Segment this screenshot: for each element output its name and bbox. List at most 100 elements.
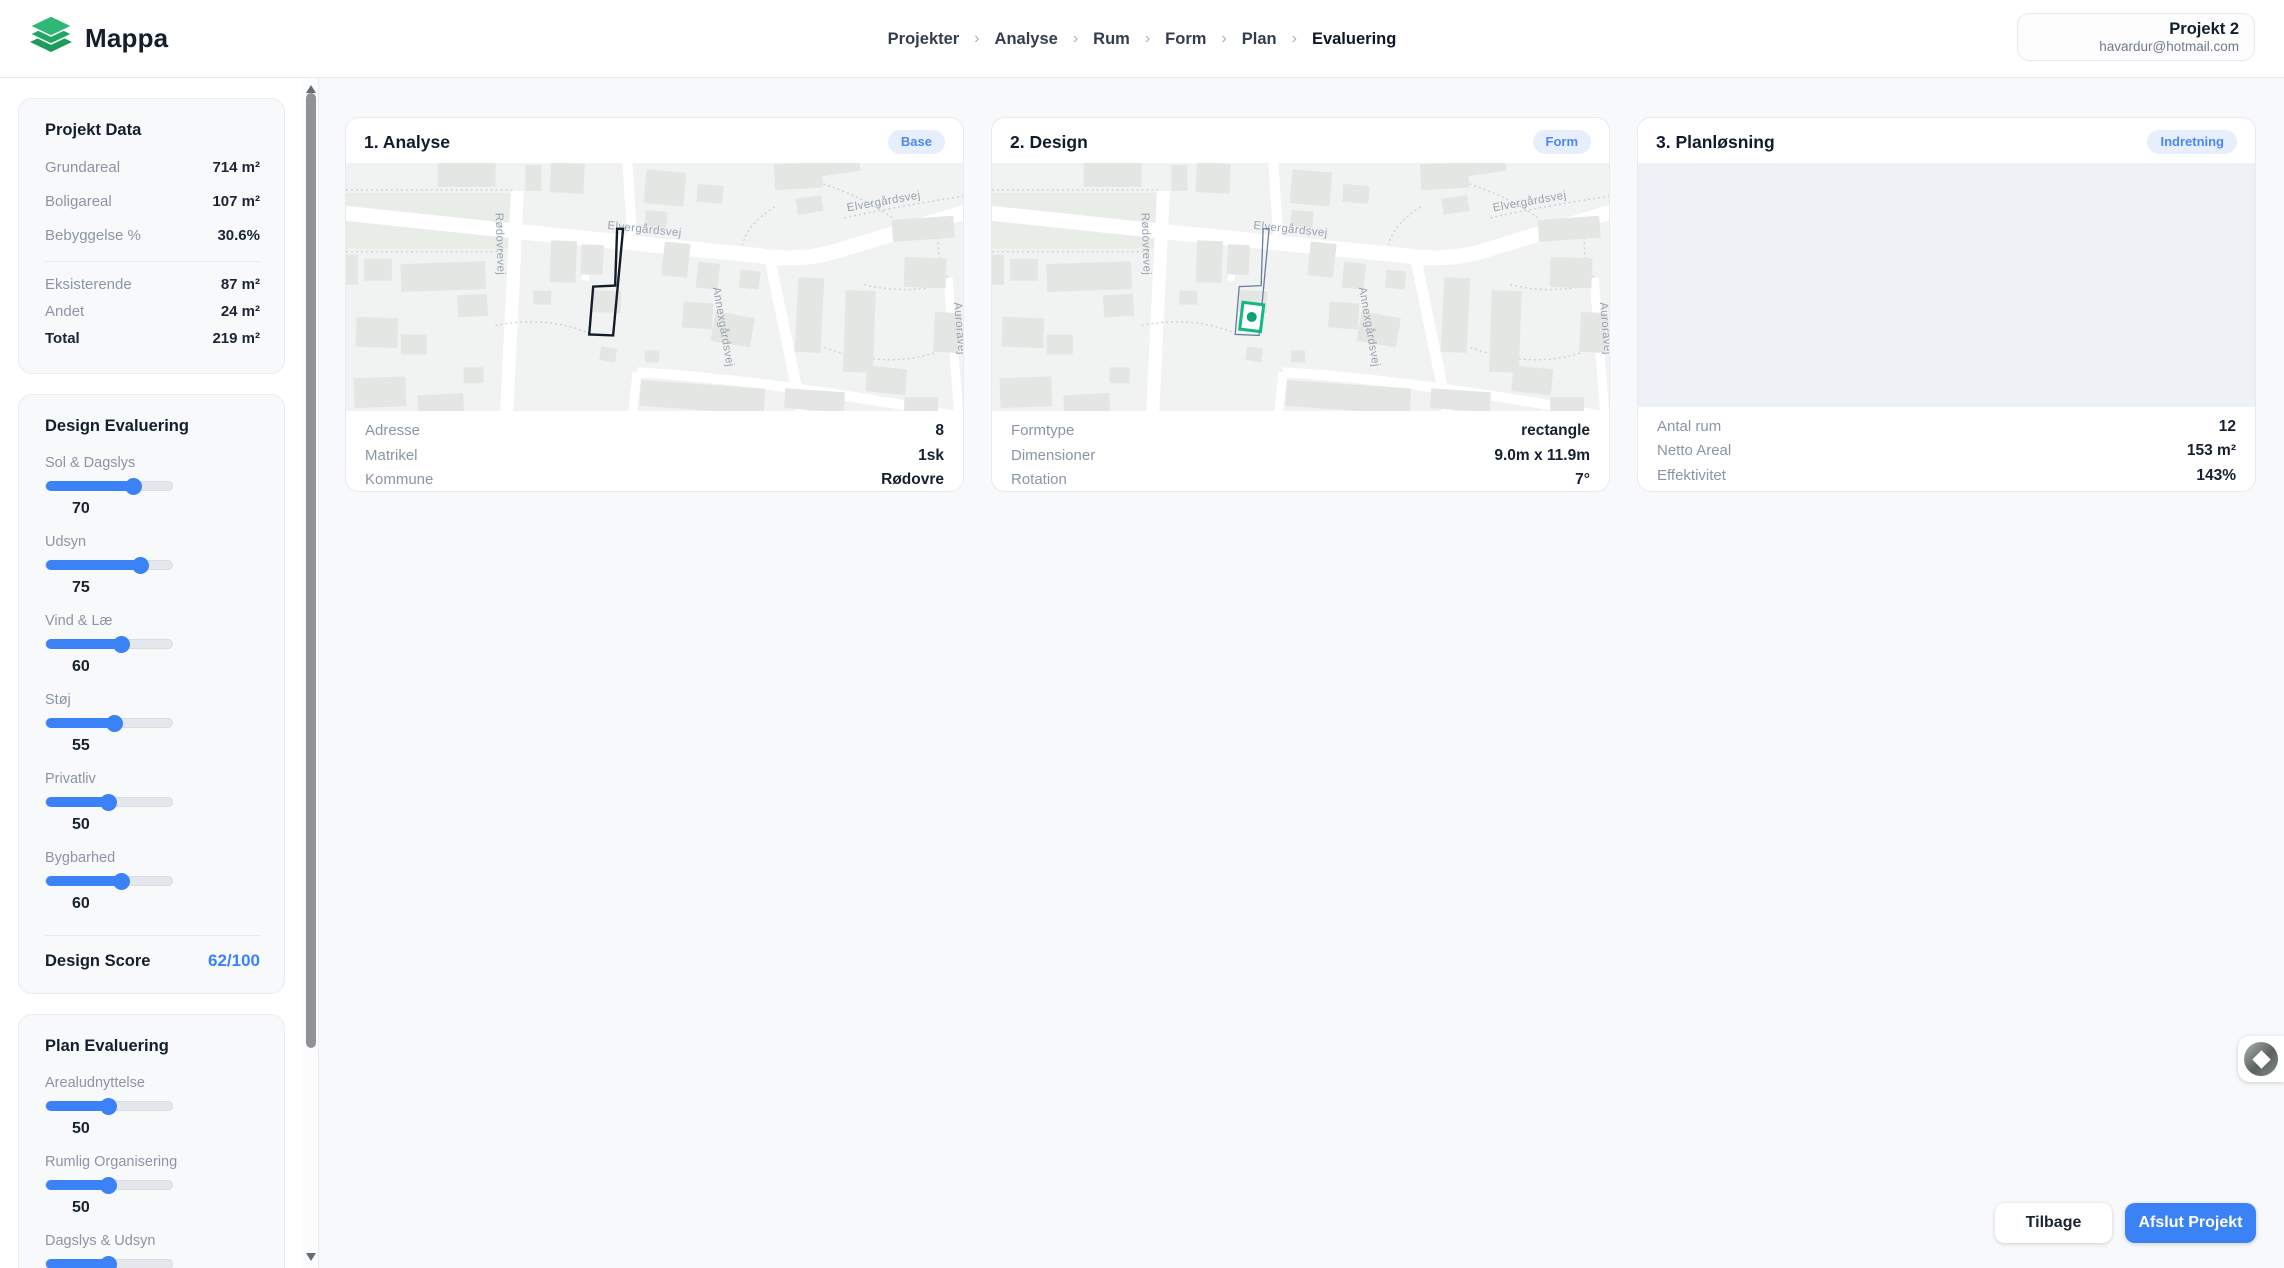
slider-udsyn: Udsyn 75 [45, 534, 260, 597]
data-row-total: Total 219 m² [45, 330, 260, 347]
data-row-andet: Andet 24 m² [45, 303, 260, 320]
breadcrumb: Projekter › Analyse › Rum › Form › Plan … [888, 0, 1397, 78]
panel-title: Plan Evaluering [45, 1037, 260, 1056]
plan-preview-empty [1638, 163, 2255, 407]
detail-label: Adresse [365, 422, 420, 439]
slider-label: Udsyn [45, 534, 260, 551]
breadcrumb-item-projekter[interactable]: Projekter [888, 30, 960, 49]
slider-thumb[interactable] [125, 478, 142, 495]
breadcrumb-item-form[interactable]: Form [1165, 30, 1206, 49]
slider-sol-dagslys-track[interactable] [45, 481, 173, 491]
floating-widget-button[interactable] [2238, 1036, 2284, 1082]
mappa-layers-icon [30, 16, 72, 61]
back-button[interactable]: Tilbage [1995, 1203, 2112, 1243]
scroll-down-arrow-icon[interactable] [306, 1253, 316, 1261]
slider-thumb[interactable] [113, 873, 130, 890]
panel-title: Design Evaluering [45, 417, 260, 436]
slider-value: 50 [72, 816, 260, 834]
row-value: 87 m² [221, 276, 260, 293]
divider [45, 261, 260, 262]
scroll-up-arrow-icon[interactable] [306, 85, 316, 93]
panel-projekt-data: Projekt Data Grundareal 714 m² Boligarea… [18, 98, 285, 374]
slider-privatliv-track[interactable] [45, 797, 173, 807]
row-value: 714 m² [212, 159, 260, 176]
map-preview-analyse [346, 163, 963, 411]
detail-row-dimensioner: Dimensioner 9.0m x 11.9m [1011, 447, 1590, 472]
project-email: havardur@hotmail.com [2099, 39, 2239, 55]
slider-label: Rumlig Organisering [45, 1154, 260, 1171]
detail-row-adresse: Adresse 8 [365, 422, 944, 447]
slider-thumb[interactable] [132, 557, 149, 574]
detail-label: Formtype [1011, 422, 1074, 439]
slider-thumb[interactable] [100, 1256, 117, 1268]
detail-value: 153 m² [2187, 442, 2236, 460]
panel-plan-evaluering: Plan Evaluering Arealudnyttelse 50 Rumli… [18, 1014, 285, 1268]
row-label: Total [45, 330, 80, 347]
building-footprint [1240, 302, 1264, 331]
widget-diamond-icon [2252, 1050, 2270, 1068]
slider-thumb[interactable] [100, 1177, 117, 1194]
breadcrumb-item-analyse[interactable]: Analyse [995, 30, 1058, 49]
slider-dagslys-udsyn: Dagslys & Udsyn 50 [45, 1233, 260, 1268]
slider-label: Privatliv [45, 771, 260, 788]
slider-rumlig-organisering: Rumlig Organisering 50 [45, 1154, 260, 1217]
detail-value: 8 [935, 422, 944, 440]
data-row-bebyggelse: Bebyggelse % 30.6% [45, 227, 260, 244]
slider-thumb[interactable] [106, 715, 123, 732]
row-label: Bebyggelse % [45, 227, 141, 244]
breadcrumb-separator: › [1145, 30, 1150, 48]
card-title: 3. Planløsning [1656, 132, 1775, 153]
slider-rumlig-organisering-track[interactable] [45, 1180, 173, 1190]
design-score-label: Design Score [45, 952, 150, 971]
slider-label: Sol & Dagslys [45, 455, 260, 472]
panel-title: Projekt Data [45, 121, 260, 140]
breadcrumb-item-evaluering[interactable]: Evaluering [1312, 30, 1396, 49]
detail-row-netto-areal: Netto Areal 153 m² [1657, 442, 2236, 467]
design-score-value: 62/100 [208, 951, 260, 971]
slider-dagslys-udsyn-track[interactable] [45, 1259, 173, 1268]
detail-row-formtype: Formtype rectangle [1011, 422, 1590, 447]
sidebar: Projekt Data Grundareal 714 m² Boligarea… [18, 78, 285, 1268]
breadcrumb-separator: › [1221, 30, 1226, 48]
slider-thumb[interactable] [100, 794, 117, 811]
card-badge: Form [1533, 130, 1592, 154]
detail-row-matrikel: Matrikel 1sk [365, 447, 944, 472]
row-value: 219 m² [212, 330, 260, 347]
detail-label: Matrikel [365, 447, 418, 464]
detail-row-rotation: Rotation 7° [1011, 471, 1590, 492]
detail-label: Antal rum [1657, 418, 1721, 435]
row-value: 30.6% [217, 227, 260, 244]
app-header: Mappa Projekter › Analyse › Rum › Form ›… [0, 0, 2284, 78]
slider-udsyn-track[interactable] [45, 560, 173, 570]
slider-privatliv: Privatliv 50 [45, 771, 260, 834]
data-row-grundareal: Grundareal 714 m² [45, 159, 260, 176]
breadcrumb-separator: › [1073, 30, 1078, 48]
slider-stoej: Støj 55 [45, 692, 260, 755]
project-info-box[interactable]: Projekt 2 havardur@hotmail.com [2017, 13, 2255, 61]
breadcrumb-item-plan[interactable]: Plan [1242, 30, 1277, 49]
slider-thumb[interactable] [100, 1098, 117, 1115]
app-logo[interactable]: Mappa [30, 16, 168, 61]
finish-project-button[interactable]: Afslut Projekt [2125, 1203, 2256, 1243]
sidebar-scrollbar[interactable] [303, 78, 318, 1268]
slider-value: 75 [72, 579, 260, 597]
detail-label: Kommune [365, 471, 433, 488]
slider-vind-lae-track[interactable] [45, 639, 173, 649]
detail-row-kommune: Kommune Rødovre [365, 471, 944, 492]
slider-value: 50 [72, 1199, 260, 1217]
detail-label: Dimensioner [1011, 447, 1095, 464]
card-title: 1. Analyse [364, 132, 450, 153]
detail-value: 12 [2219, 418, 2236, 436]
slider-label: Dagslys & Udsyn [45, 1233, 260, 1250]
detail-label: Effektivitet [1657, 467, 1726, 484]
scrollbar-thumb[interactable] [306, 93, 316, 1048]
slider-thumb[interactable] [113, 636, 130, 653]
card-badge: Base [888, 130, 945, 154]
slider-stoej-track[interactable] [45, 718, 173, 728]
slider-bygbarhed-track[interactable] [45, 876, 173, 886]
slider-value: 60 [72, 895, 260, 913]
slider-label: Bygbarhed [45, 850, 260, 867]
breadcrumb-item-rum[interactable]: Rum [1093, 30, 1130, 49]
row-value: 107 m² [212, 193, 260, 210]
slider-arealudnyttelse-track[interactable] [45, 1101, 173, 1111]
